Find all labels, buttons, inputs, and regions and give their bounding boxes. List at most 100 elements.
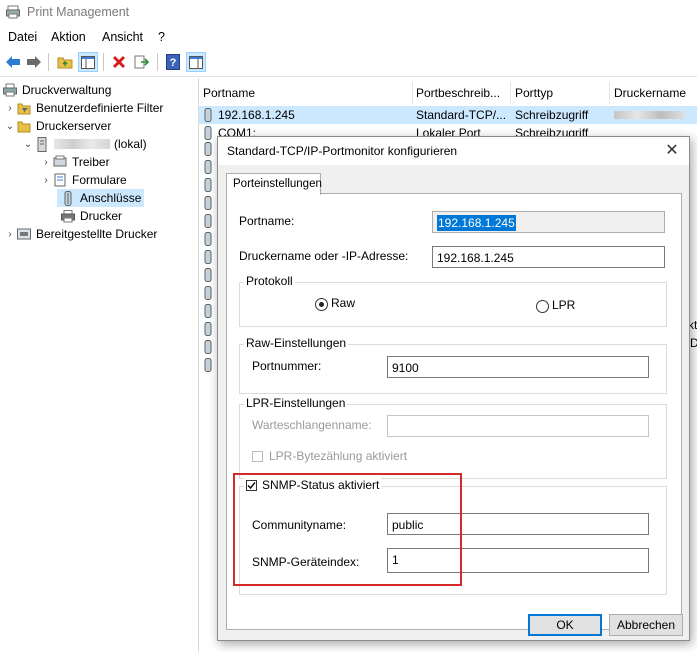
column-header-portname[interactable]: Portname bbox=[199, 82, 413, 104]
cancel-button[interactable]: Abbrechen bbox=[609, 614, 683, 636]
port-icon bbox=[204, 108, 212, 122]
tree-label: Formulare bbox=[72, 173, 127, 187]
port-icon bbox=[204, 286, 212, 300]
lpr-byte-count-label: LPR-Bytezählung aktiviert bbox=[269, 449, 408, 463]
cell-type: Schreibzugriff bbox=[515, 108, 589, 122]
tree-item-drivers[interactable]: › Treiber bbox=[40, 153, 109, 171]
tab-label: Porteinstellungen bbox=[233, 178, 322, 190]
dialog-title-bar: Standard-TCP/IP-Portmonitor konfiguriere… bbox=[218, 137, 689, 165]
server-folder-icon bbox=[16, 118, 32, 134]
portname-field[interactable]: 192.168.1.245 bbox=[432, 211, 665, 233]
menu-aktion[interactable]: Aktion bbox=[51, 30, 86, 44]
table-row[interactable]: 192.168.1.245 Standard-TCP/... Schreibzu… bbox=[199, 106, 697, 124]
lpr-settings-title: LPR-Einstellungen bbox=[244, 396, 348, 410]
tree-item-printers[interactable]: Drucker bbox=[57, 207, 122, 225]
tree-item-forms[interactable]: › Formulare bbox=[40, 171, 127, 189]
tree-item-ports[interactable]: Anschlüsse bbox=[57, 189, 145, 207]
cell-description: Standard-TCP/... bbox=[416, 108, 507, 122]
toolbar: ? bbox=[0, 49, 697, 77]
tree-item-deployed-printers[interactable]: › Bereitgestellte Drucker bbox=[4, 225, 157, 243]
tree-label: Anschlüsse bbox=[80, 191, 142, 205]
lpr-label[interactable]: LPR bbox=[552, 298, 575, 312]
printer-management-icon bbox=[2, 82, 18, 98]
chevron-right-icon[interactable]: › bbox=[4, 103, 16, 114]
menu-bar: Datei Aktion Ansicht ? bbox=[0, 28, 697, 48]
chevron-down-icon[interactable]: ⌄ bbox=[4, 121, 16, 132]
address-label: Druckername oder -IP-Adresse: bbox=[239, 249, 409, 263]
close-icon[interactable]: ✕ bbox=[662, 141, 682, 161]
port-icon bbox=[204, 322, 212, 336]
menu-help[interactable]: ? bbox=[158, 30, 165, 44]
address-field[interactable]: 192.168.1.245 bbox=[432, 246, 665, 268]
toolbar-separator bbox=[157, 53, 158, 71]
delete-icon[interactable] bbox=[109, 52, 129, 72]
raw-radio[interactable] bbox=[315, 298, 328, 311]
port-icon bbox=[204, 340, 212, 354]
port-icon bbox=[204, 358, 212, 372]
chevron-down-icon[interactable]: ⌄ bbox=[22, 139, 34, 150]
highlight-annotation-box bbox=[233, 473, 462, 586]
form-icon bbox=[52, 172, 68, 188]
window-title: Print Management bbox=[27, 5, 130, 19]
tree-item-custom-filters[interactable]: › Benutzerdefinierte Filter bbox=[4, 99, 163, 117]
tree-label: Drucker bbox=[80, 209, 123, 223]
driver-icon bbox=[52, 154, 68, 170]
chevron-right-icon[interactable]: › bbox=[40, 175, 52, 186]
print-management-icon bbox=[6, 5, 20, 19]
forward-arrow-icon[interactable] bbox=[24, 52, 44, 72]
menu-datei[interactable]: Datei bbox=[8, 30, 37, 44]
port-icon bbox=[204, 196, 212, 210]
tree-item-druckverwaltung[interactable]: Druckverwaltung bbox=[2, 81, 111, 99]
port-icon bbox=[204, 214, 212, 228]
port-icon bbox=[60, 190, 76, 206]
column-header-type[interactable]: Porttyp bbox=[511, 82, 610, 104]
column-header-printer-name[interactable]: Druckername bbox=[610, 82, 697, 104]
properties-pane-icon[interactable] bbox=[186, 52, 206, 72]
cell-portname: 192.168.1.245 bbox=[218, 108, 295, 122]
tab-port-settings[interactable]: Porteinstellungen bbox=[226, 173, 322, 195]
address-value: 192.168.1.245 bbox=[437, 251, 514, 265]
chevron-right-icon[interactable]: › bbox=[4, 229, 16, 240]
tree-label: Druckerserver bbox=[36, 119, 112, 133]
window-title-bar: Print Management bbox=[0, 0, 697, 26]
port-icon bbox=[204, 232, 212, 246]
show-hide-tree-icon[interactable] bbox=[78, 52, 98, 72]
chevron-right-icon[interactable]: › bbox=[40, 157, 52, 168]
dialog-title: Standard-TCP/IP-Portmonitor konfiguriere… bbox=[227, 144, 458, 158]
filter-folder-icon bbox=[16, 100, 32, 116]
folder-up-icon[interactable] bbox=[55, 52, 75, 72]
port-number-field[interactable]: 9100 bbox=[387, 356, 649, 378]
port-icon bbox=[204, 304, 212, 318]
port-icon bbox=[204, 142, 212, 156]
lpr-byte-count-checkbox[interactable] bbox=[252, 451, 263, 462]
tree-label: Druckverwaltung bbox=[22, 83, 112, 97]
blurred-server-name bbox=[54, 139, 110, 149]
export-icon[interactable] bbox=[132, 52, 152, 72]
queue-name-field[interactable] bbox=[387, 415, 649, 437]
port-number-label: Portnummer: bbox=[252, 359, 322, 373]
lpr-radio[interactable] bbox=[536, 300, 549, 313]
blurred-printer-name bbox=[614, 111, 684, 119]
svg-text:?: ? bbox=[170, 57, 177, 69]
port-icon bbox=[204, 160, 212, 174]
protocol-group bbox=[239, 282, 667, 327]
toolbar-separator bbox=[48, 53, 49, 71]
menu-ansicht[interactable]: Ansicht bbox=[102, 30, 143, 44]
navigation-tree: Druckverwaltung › Benutzerdefinierte Fil… bbox=[0, 78, 197, 652]
column-header-description[interactable]: Portbeschreib... bbox=[412, 82, 511, 104]
tree-item-local-server[interactable]: ⌄ (lokal) bbox=[22, 135, 147, 153]
tree-label: Bereitgestellte Drucker bbox=[36, 227, 158, 241]
port-icon bbox=[204, 178, 212, 192]
printer-icon bbox=[60, 208, 76, 224]
queue-name-label: Warteschlangenname: bbox=[252, 418, 372, 432]
raw-label[interactable]: Raw bbox=[331, 296, 355, 310]
server-icon bbox=[34, 136, 50, 152]
ok-button[interactable]: OK bbox=[528, 614, 602, 636]
tree-item-print-servers[interactable]: ⌄ Druckerserver bbox=[4, 117, 112, 135]
port-icon bbox=[204, 268, 212, 282]
deployed-printers-icon bbox=[16, 226, 32, 242]
raw-settings-title: Raw-Einstellungen bbox=[244, 336, 349, 350]
help-icon[interactable]: ? bbox=[163, 52, 183, 72]
portname-label: Portname: bbox=[239, 214, 295, 228]
back-arrow-icon[interactable] bbox=[3, 52, 23, 72]
